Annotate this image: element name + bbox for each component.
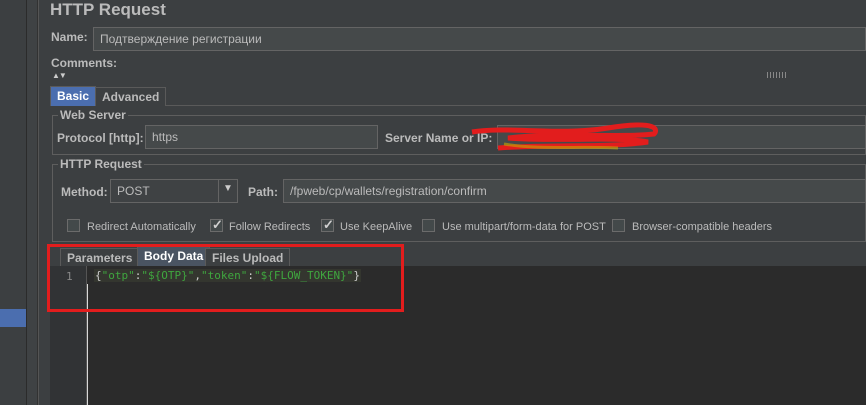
tab-basic[interactable]: Basic bbox=[50, 86, 97, 106]
chevron-down-icon: ▼ bbox=[223, 183, 233, 194]
path-label: Path: bbox=[248, 185, 278, 199]
protocol-field[interactable]: https bbox=[145, 125, 378, 149]
redirect-automatically-label: Redirect Automatically bbox=[87, 221, 196, 233]
redirect-automatically-checkbox[interactable] bbox=[67, 219, 80, 232]
method-dropdown-button[interactable]: ▼ bbox=[218, 180, 238, 202]
http-request-group-label: HTTP Request bbox=[58, 157, 144, 171]
tree-panel bbox=[0, 0, 27, 405]
method-label: Method: bbox=[61, 185, 108, 199]
splitter[interactable] bbox=[27, 0, 38, 405]
name-label: Name: bbox=[51, 30, 88, 44]
multipart-checkbox[interactable] bbox=[422, 219, 435, 232]
protocol-label: Protocol [http]: bbox=[57, 131, 144, 145]
follow-redirects-checkbox[interactable] bbox=[210, 217, 223, 233]
resize-grip-icon[interactable] bbox=[767, 72, 787, 78]
use-keepalive-label: Use KeepAlive bbox=[340, 221, 413, 233]
collapse-arrows-icon[interactable]: ▲▼ bbox=[52, 71, 67, 80]
annotation-highlight-box bbox=[47, 244, 404, 312]
name-field[interactable]: Подтверждение регистрации bbox=[93, 27, 866, 51]
browser-compatible-label: Browser-compatible headers bbox=[632, 221, 773, 233]
tree-selected-item[interactable] bbox=[0, 309, 26, 327]
path-field[interactable]: /fpweb/cp/wallets/registration/confirm bbox=[283, 179, 866, 203]
comments-label: Comments: bbox=[51, 56, 118, 70]
redaction-scribble bbox=[471, 122, 658, 151]
web-server-group-label: Web Server bbox=[58, 108, 128, 122]
multipart-label: Use multipart/form-data for POST bbox=[442, 221, 606, 233]
browser-compatible-checkbox[interactable] bbox=[612, 219, 625, 232]
tab-advanced[interactable]: Advanced bbox=[95, 87, 167, 106]
follow-redirects-label: Follow Redirects bbox=[229, 221, 311, 233]
method-value: POST bbox=[117, 184, 150, 198]
page-title: HTTP Request bbox=[50, 0, 166, 19]
use-keepalive-checkbox[interactable] bbox=[321, 217, 334, 233]
